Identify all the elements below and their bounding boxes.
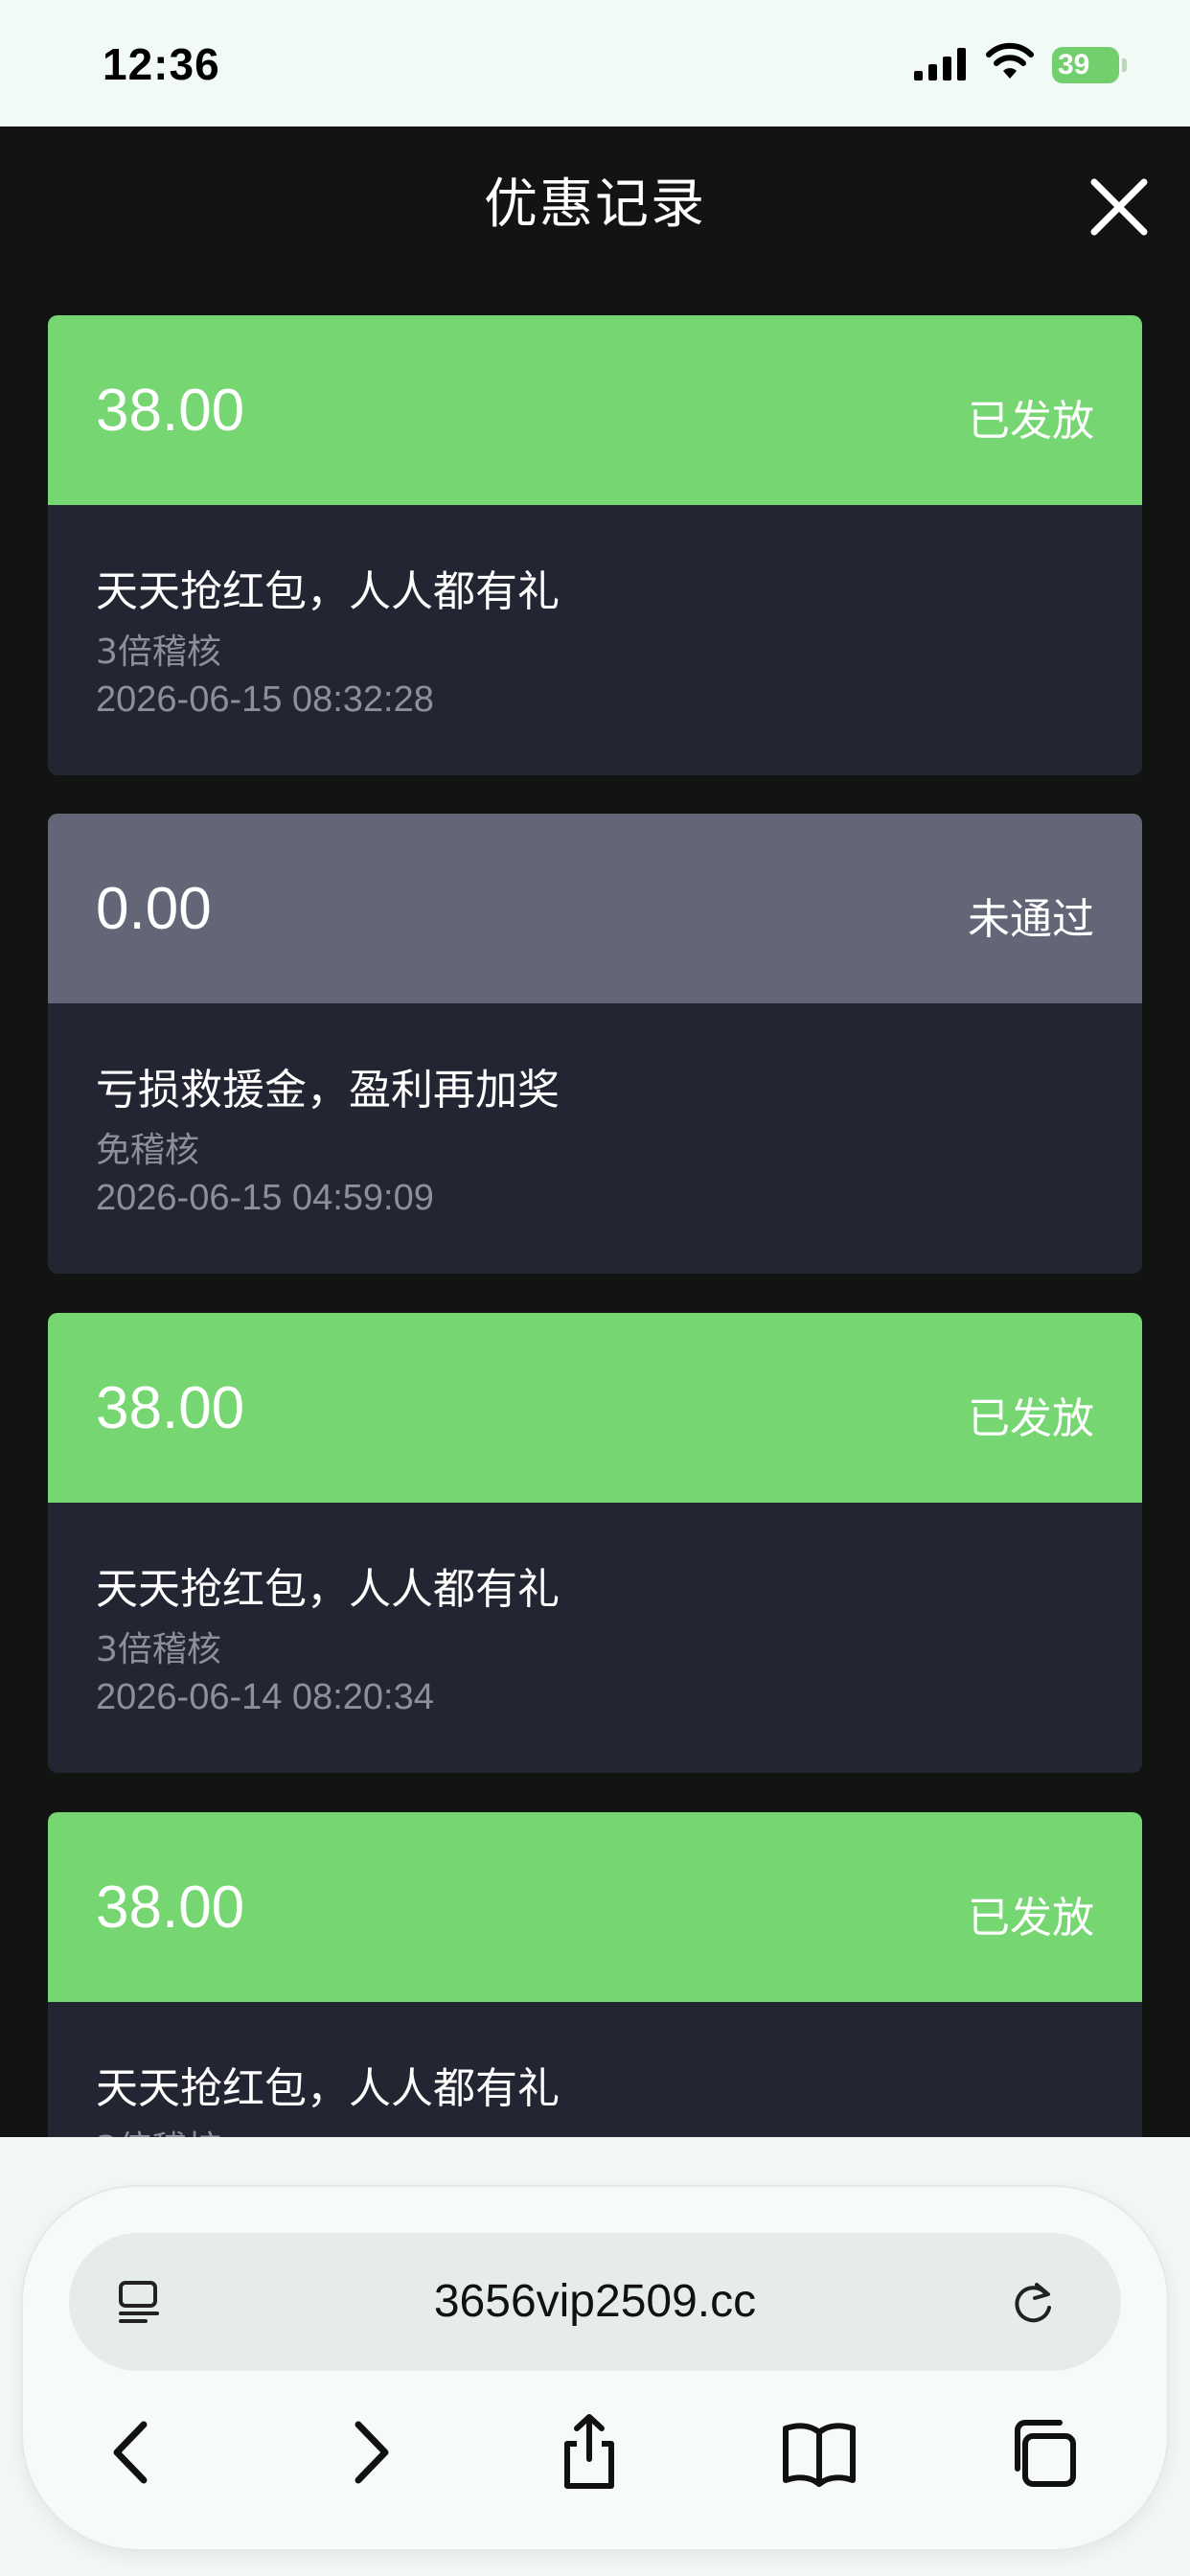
record-status: 已发放	[968, 1394, 1094, 1443]
record-amount: 38.00	[96, 378, 245, 444]
record-card[interactable]: 0.00 未通过 亏损救援金，盈利再加奖 免稽核 2026-06-15 04:5…	[48, 814, 1142, 1274]
record-status: 未通过	[968, 895, 1094, 944]
battery-nub	[1122, 58, 1127, 72]
record-title: 天天抢红包，人人都有礼	[96, 1565, 560, 1614]
browser-toolbar: 3656vip2509.cc	[0, 2137, 1190, 2576]
record-time: 2026-06-15 08:32:28	[96, 679, 434, 720]
record-card[interactable]: 38.00 已发放 天天抢红包，人人都有礼 3倍稽核 2026-06-14 08…	[48, 1313, 1142, 1773]
record-audit: 免稽核	[96, 1131, 200, 1170]
bookmarks-icon[interactable]	[776, 2409, 862, 2496]
card-header: 38.00 已发放	[48, 1812, 1142, 2002]
close-icon	[1090, 178, 1148, 236]
record-amount: 0.00	[96, 876, 212, 942]
card-header: 38.00 已发放	[48, 315, 1142, 505]
page-title: 优惠记录	[484, 173, 706, 236]
battery-icon: 39	[1052, 47, 1119, 83]
wifi-icon	[986, 42, 1034, 79]
status-time: 12:36	[103, 39, 220, 89]
record-title: 天天抢红包，人人都有礼	[96, 567, 560, 616]
cellular-signal-icon	[914, 48, 966, 80]
forward-icon[interactable]	[324, 2409, 410, 2496]
record-amount: 38.00	[96, 1375, 245, 1441]
url-text[interactable]: 3656vip2509.cc	[69, 2275, 1121, 2328]
browser-panel: 3656vip2509.cc	[23, 2187, 1167, 2549]
record-time: 2026-06-15 04:59:09	[96, 1178, 434, 1218]
close-button[interactable]	[1081, 169, 1157, 245]
record-title: 天天抢红包，人人都有礼	[96, 2064, 560, 2113]
record-time: 2026-06-14 08:20:34	[96, 1677, 434, 1717]
battery-level: 39	[1058, 49, 1090, 80]
record-status: 已发放	[968, 397, 1094, 446]
record-audit: 3倍稽核	[96, 632, 221, 672]
card-header: 38.00 已发放	[48, 1313, 1142, 1503]
address-bar[interactable]: 3656vip2509.cc	[69, 2233, 1121, 2371]
share-icon[interactable]	[546, 2409, 632, 2496]
record-title: 亏损救援金，盈利再加奖	[96, 1066, 560, 1115]
back-icon[interactable]	[92, 2409, 178, 2496]
record-status: 已发放	[968, 1894, 1094, 1943]
card-header: 0.00 未通过	[48, 814, 1142, 1003]
page-header: 优惠记录	[0, 126, 1190, 274]
record-card[interactable]: 38.00 已发放 天天抢红包，人人都有礼 3倍稽核 2026-06-15 08…	[48, 315, 1142, 775]
record-audit: 3倍稽核	[96, 1630, 221, 1669]
reload-icon[interactable]	[1004, 2273, 1062, 2331]
tabs-icon[interactable]	[1002, 2409, 1088, 2496]
status-bar: 12:36 39	[0, 0, 1190, 126]
record-amount: 38.00	[96, 1874, 245, 1941]
